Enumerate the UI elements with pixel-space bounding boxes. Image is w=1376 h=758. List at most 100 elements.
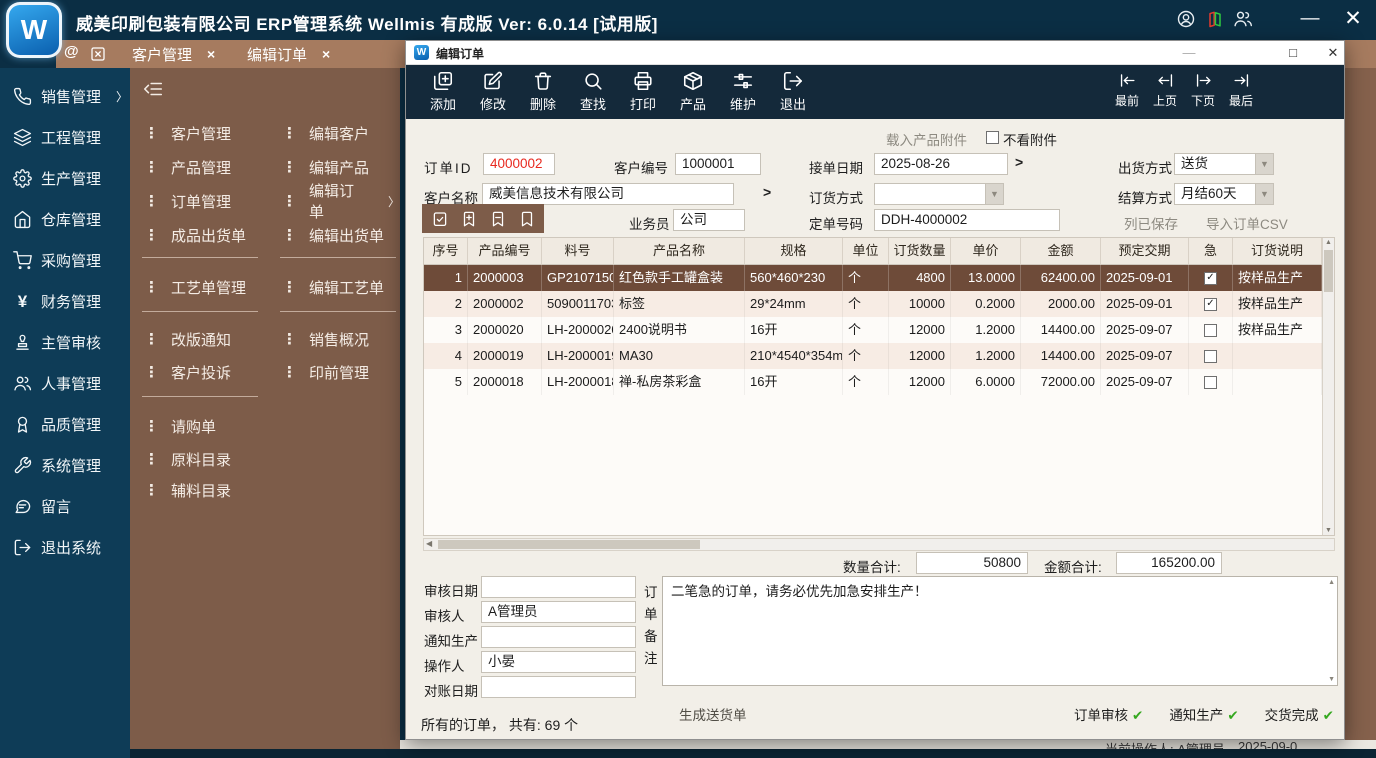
user-account-icon[interactable] xyxy=(1176,9,1196,29)
scroll-down-icon[interactable]: ▼ xyxy=(1323,527,1334,534)
sidebar-item-logout[interactable]: 退出系统 xyxy=(0,527,130,568)
scroll-down-icon[interactable]: ▼ xyxy=(1328,676,1335,683)
tab-edit-order[interactable]: 编辑订单 × xyxy=(247,40,330,68)
sidebar-item-messages[interactable]: 留言 xyxy=(0,486,130,527)
select-check-icon[interactable] xyxy=(431,210,449,228)
menu-item-customer-complaints[interactable]: ⋮客户投诉 xyxy=(144,361,231,383)
dialog-titlebar[interactable]: W 编辑订单 — □ ✕ xyxy=(406,41,1344,65)
menu-item-edit-order[interactable]: ⋮编辑订单〉 xyxy=(282,190,400,212)
product-button[interactable]: 产品 xyxy=(668,70,718,113)
sidebar-item-finance[interactable]: ¥财务管理 xyxy=(0,281,130,322)
sidebar-item-engineering[interactable]: 工程管理 xyxy=(0,117,130,158)
import-csv-link[interactable]: 导入订单CSV xyxy=(1206,213,1288,233)
menu-item-raw-materials[interactable]: ⋮原料目录 xyxy=(144,448,231,470)
tab-close-icon[interactable]: × xyxy=(207,46,215,62)
column-header[interactable]: 预定交期 xyxy=(1101,238,1189,265)
menu-item-edit-customer[interactable]: ⋮编辑客户 xyxy=(282,122,369,144)
urgent-checkbox-cell[interactable] xyxy=(1189,343,1233,369)
column-header[interactable]: 序号 xyxy=(424,238,468,265)
table-horizontal-scrollbar[interactable]: ◀ xyxy=(423,538,1335,551)
dialog-close-button[interactable]: ✕ xyxy=(1322,43,1344,63)
notify-production-field[interactable] xyxy=(481,626,636,648)
sidebar-item-purchasing[interactable]: 采购管理 xyxy=(0,240,130,281)
sidebar-item-hr[interactable]: 人事管理 xyxy=(0,363,130,404)
tab-customer-management[interactable]: 客户管理 × xyxy=(132,40,215,68)
sidebar-item-production[interactable]: 生产管理 xyxy=(0,158,130,199)
chevron-down-icon[interactable]: ▼ xyxy=(985,184,1003,204)
column-header[interactable]: 规格 xyxy=(745,238,843,265)
columns-saved-link[interactable]: 列已保存 xyxy=(1124,213,1178,233)
edit-button[interactable]: 修改 xyxy=(468,70,518,113)
tab-close-icon[interactable]: × xyxy=(322,46,330,62)
load-attachment-link[interactable]: 载入产品附件 xyxy=(886,129,967,149)
menu-item-sales-overview[interactable]: ⋮销售概况 xyxy=(282,328,369,350)
table-row[interactable]: 12000003GP210715008红色款手工罐盒装560*460*230个4… xyxy=(424,265,1322,291)
operator-field[interactable]: 小晏 xyxy=(481,651,636,673)
urgent-checkbox-cell[interactable] xyxy=(1189,369,1233,395)
scrollbar-thumb[interactable] xyxy=(438,540,700,549)
checkbox-unchecked-icon[interactable] xyxy=(1204,350,1217,363)
link-icon[interactable]: @ xyxy=(64,43,79,60)
menu-item-edit-shipment[interactable]: ⋮编辑出货单 xyxy=(282,224,384,246)
menu-item-order-management[interactable]: ⋮订单管理 xyxy=(144,190,231,212)
nav-first-button[interactable]: 最前 xyxy=(1108,71,1146,109)
scrollbar-thumb[interactable] xyxy=(1324,250,1333,292)
menu-item-purchase-request[interactable]: ⋮请购单 xyxy=(144,415,216,437)
menu-item-product-management[interactable]: ⋮产品管理 xyxy=(144,156,231,178)
salesman-field[interactable]: 公司 xyxy=(673,209,745,231)
customer-no-field[interactable]: 1000001 xyxy=(675,153,761,175)
column-header[interactable]: 金额 xyxy=(1021,238,1101,265)
menu-item-edit-product[interactable]: ⋮编辑产品 xyxy=(282,156,369,178)
checkbox-unchecked-icon[interactable] xyxy=(1204,376,1217,389)
maintain-button[interactable]: 维护 xyxy=(718,70,768,113)
exit-button[interactable]: 退出 xyxy=(768,70,818,113)
menu-item-shipment-orders[interactable]: ⋮成品出货单 xyxy=(144,224,246,246)
menu-item-edit-process-sheet[interactable]: ⋮编辑工艺单 xyxy=(282,276,384,298)
column-header[interactable]: 订货说明 xyxy=(1233,238,1322,265)
nav-prev-button[interactable]: 上页 xyxy=(1146,71,1184,109)
column-header[interactable]: 产品名称 xyxy=(614,238,745,265)
reconcile-date-field[interactable] xyxy=(481,676,636,698)
sidebar-item-supervisor-audit[interactable]: 主管审核 xyxy=(0,322,130,363)
bookmark-remove-icon[interactable] xyxy=(489,210,507,228)
urgent-checkbox-cell[interactable] xyxy=(1189,291,1233,317)
chevron-down-icon[interactable]: ▼ xyxy=(1255,154,1273,174)
column-header[interactable]: 料号 xyxy=(542,238,614,265)
receive-date-field[interactable]: 2025-08-26 xyxy=(874,153,1008,175)
users-icon[interactable] xyxy=(1233,9,1253,29)
sidebar-item-quality[interactable]: 品质管理 xyxy=(0,404,130,445)
auditor-field[interactable]: A管理员 xyxy=(481,601,636,623)
order-id-field[interactable]: 4000002 xyxy=(483,153,555,175)
menu-item-prepress[interactable]: ⋮印前管理 xyxy=(282,361,369,383)
close-all-windows-icon[interactable] xyxy=(89,45,107,63)
urgent-checkbox-cell[interactable] xyxy=(1189,265,1233,291)
checkbox-unchecked-icon[interactable] xyxy=(1204,324,1217,337)
column-header[interactable]: 急 xyxy=(1189,238,1233,265)
bookmark-icon[interactable] xyxy=(518,210,536,228)
nav-last-button[interactable]: 最后 xyxy=(1222,71,1260,109)
table-row[interactable]: 32000020LH-20000202400说明书16开个120001.2000… xyxy=(424,317,1322,343)
urgent-checkbox-cell[interactable] xyxy=(1189,317,1233,343)
receive-date-picker-icon[interactable]: > xyxy=(1015,154,1023,170)
column-header[interactable]: 产品编号 xyxy=(468,238,542,265)
audit-date-field[interactable] xyxy=(481,576,636,598)
sidebar-item-warehouse[interactable]: 仓库管理 xyxy=(0,199,130,240)
customer-name-field[interactable]: 威美信息技术有限公司 xyxy=(482,183,734,205)
sidebar-item-sales[interactable]: 销售管理〉 xyxy=(0,76,130,117)
scroll-left-icon[interactable]: ◀ xyxy=(426,539,432,548)
search-button[interactable]: 查找 xyxy=(568,70,618,113)
ship-method-select[interactable]: 送货▼ xyxy=(1174,153,1274,175)
scroll-up-icon[interactable]: ▲ xyxy=(1328,579,1335,586)
minimize-button[interactable]: — xyxy=(1297,6,1323,32)
menu-item-aux-materials[interactable]: ⋮辅料目录 xyxy=(144,479,231,501)
chevron-down-icon[interactable]: ▼ xyxy=(1255,184,1273,204)
hide-attachment-checkbox[interactable] xyxy=(986,131,999,144)
add-button[interactable]: 添加 xyxy=(418,70,468,113)
checkbox-checked-icon[interactable] xyxy=(1204,272,1217,285)
dialog-maximize-button[interactable]: □ xyxy=(1282,43,1304,63)
order-no-field[interactable]: DDH-4000002 xyxy=(874,209,1060,231)
table-row[interactable]: 42000019LH-2000019MA30210*4540*354mm个120… xyxy=(424,343,1322,369)
table-vertical-scrollbar[interactable]: ▲ ▼ xyxy=(1322,238,1334,535)
checkbox-checked-icon[interactable] xyxy=(1204,298,1217,311)
scroll-up-icon[interactable]: ▲ xyxy=(1323,239,1334,246)
